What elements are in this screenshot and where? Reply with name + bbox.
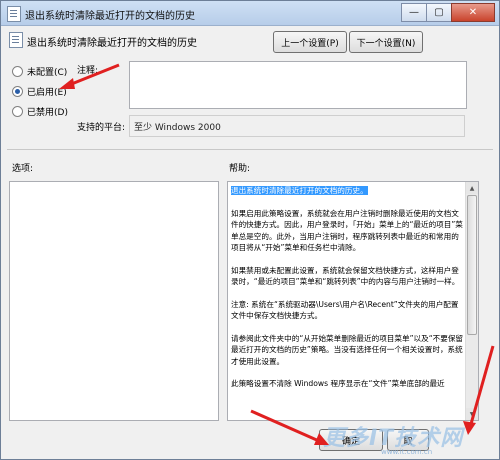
scroll-down-arrow-icon[interactable]: ▼ xyxy=(466,408,478,420)
comment-label: 注释: xyxy=(77,66,99,76)
caption-buttons: — ▢ ✕ xyxy=(401,3,495,22)
next-setting-button[interactable]: 下一个设置(N) xyxy=(349,31,423,53)
radio-enabled-label: 已启用(E) xyxy=(27,88,67,98)
help-title-selected-text: 退出系统时清除最近打开的文档的历史。 xyxy=(231,186,368,195)
maximize-button[interactable]: ▢ xyxy=(426,3,452,22)
previous-setting-button[interactable]: 上一个设置(P) xyxy=(273,31,347,53)
radio-enabled[interactable]: 已启用(E) xyxy=(12,85,67,98)
setting-title: 退出系统时清除最近打开的文档的历史 xyxy=(27,38,197,49)
close-button[interactable]: ✕ xyxy=(451,3,495,22)
radio-circle[interactable] xyxy=(12,66,23,77)
window-title: 退出系统时清除最近打开的文档的历史 xyxy=(25,11,195,22)
radio-not-configured-label: 未配置(C) xyxy=(27,68,68,78)
options-pane xyxy=(9,181,219,421)
radio-not-configured[interactable]: 未配置(C) xyxy=(12,65,67,78)
platform-label: 支持的平台: xyxy=(77,123,126,133)
help-paragraph: 请参阅此文件夹中的“从开始菜单删除最近的项目菜单”以及“不要保留最近打开的文档的… xyxy=(231,333,464,366)
policy-document-icon xyxy=(7,6,21,22)
title-bar[interactable]: 退出系统时清除最近打开的文档的历史 — ▢ ✕ xyxy=(1,1,499,26)
help-pane: 退出系统时清除最近打开的文档的历史。 如果启用此策略设置，系统就会在用户注销时删… xyxy=(227,181,479,421)
help-paragraph: 如果禁用或未配置此设置，系统就会保留文档快捷方式，这样用户登录时，“最近的项目”… xyxy=(231,265,460,287)
help-text: 退出系统时清除最近打开的文档的历史。 如果启用此策略设置，系统就会在用户注销时删… xyxy=(231,185,465,401)
minimize-button[interactable]: — xyxy=(401,3,427,22)
help-scrollbar[interactable]: ▲ ▼ xyxy=(465,182,478,420)
help-paragraph: 此策略设置不清除 Windows 程序显示在“文件”菜单底部的最近 xyxy=(231,379,445,388)
help-title: 退出系统时清除最近打开的文档的历史。 xyxy=(231,185,465,197)
radio-circle[interactable] xyxy=(12,106,23,117)
policy-dialog-window: 退出系统时清除最近打开的文档的历史 — ▢ ✕ 退出系统时清除最近打开的文档的历… xyxy=(0,0,500,460)
scrollbar-thumb[interactable] xyxy=(467,195,477,335)
supported-platform-field: 至少 Windows 2000 xyxy=(129,115,465,137)
radio-disabled-label: 已禁用(D) xyxy=(27,108,68,118)
scroll-up-arrow-icon[interactable]: ▲ xyxy=(466,182,478,194)
radio-disabled[interactable]: 已禁用(D) xyxy=(12,105,68,118)
help-paragraph: 注意: 系统在“系统驱动器\Users\用户名\Recent”文件夹的用户配置文… xyxy=(231,299,459,321)
setting-document-icon xyxy=(9,32,23,48)
comment-textarea[interactable] xyxy=(129,61,467,109)
section-divider xyxy=(7,149,493,150)
radio-circle-selected[interactable] xyxy=(12,86,23,97)
help-label: 帮助: xyxy=(229,164,251,174)
options-label: 选项: xyxy=(12,164,34,174)
site-watermark-url: www.it.com.cn xyxy=(381,448,433,456)
help-paragraph: 如果启用此策略设置，系统就会在用户注销时删除最近使用的文档文件的快捷方式。因此，… xyxy=(231,208,463,253)
